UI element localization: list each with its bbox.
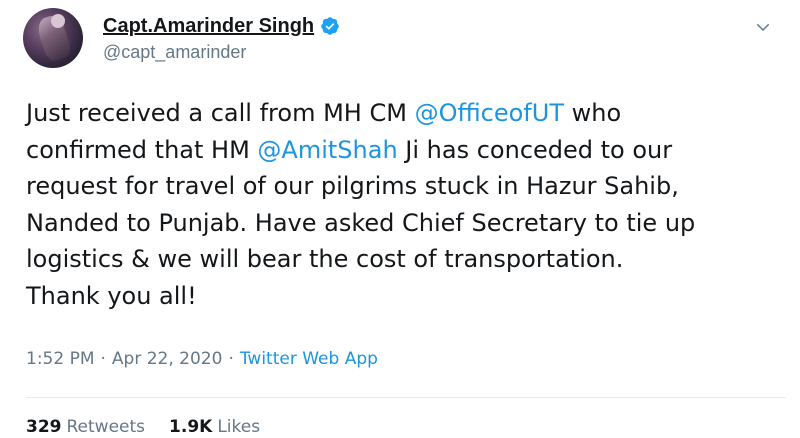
meta-separator: · <box>100 349 106 369</box>
avatar[interactable] <box>23 8 83 68</box>
author-display-name[interactable]: Capt.Amarinder Singh <box>103 15 314 38</box>
chevron-down-icon[interactable] <box>754 18 772 36</box>
retweets-count: 329 <box>26 417 62 437</box>
tweet-time[interactable]: 1:52 PM <box>26 349 95 369</box>
likes-label: Likes <box>217 417 261 437</box>
author-handle[interactable]: @capt_amarinder <box>103 42 246 63</box>
avatar-head <box>51 14 65 28</box>
tweet-meta: 1:52 PM · Apr 22, 2020 · Twitter Web App <box>26 349 378 369</box>
tweet-text-segment: Just received a call from MH CM <box>26 99 415 127</box>
author-name-row: Capt.Amarinder Singh <box>103 14 340 38</box>
retweets-label: Retweets <box>66 417 146 437</box>
verified-badge-icon <box>321 17 339 35</box>
likes-stat[interactable]: 1.9K Likes <box>169 417 260 437</box>
tweet-stats: 329 Retweets 1.9K Likes <box>26 417 260 437</box>
tweet-source-link[interactable]: Twitter Web App <box>240 349 378 369</box>
tweet-date[interactable]: Apr 22, 2020 <box>112 349 223 369</box>
tweet-card: Capt.Amarinder Singh @capt_amarinder Jus… <box>0 0 800 438</box>
likes-count: 1.9K <box>169 417 213 437</box>
mention-link[interactable]: @AmitShah <box>257 136 397 164</box>
mention-link[interactable]: @OfficeofUT <box>415 99 564 127</box>
retweets-stat[interactable]: 329 Retweets <box>26 417 145 437</box>
divider <box>26 397 786 398</box>
meta-separator: · <box>228 349 234 369</box>
tweet-text: Just received a call from MH CM @Officeo… <box>26 95 786 314</box>
